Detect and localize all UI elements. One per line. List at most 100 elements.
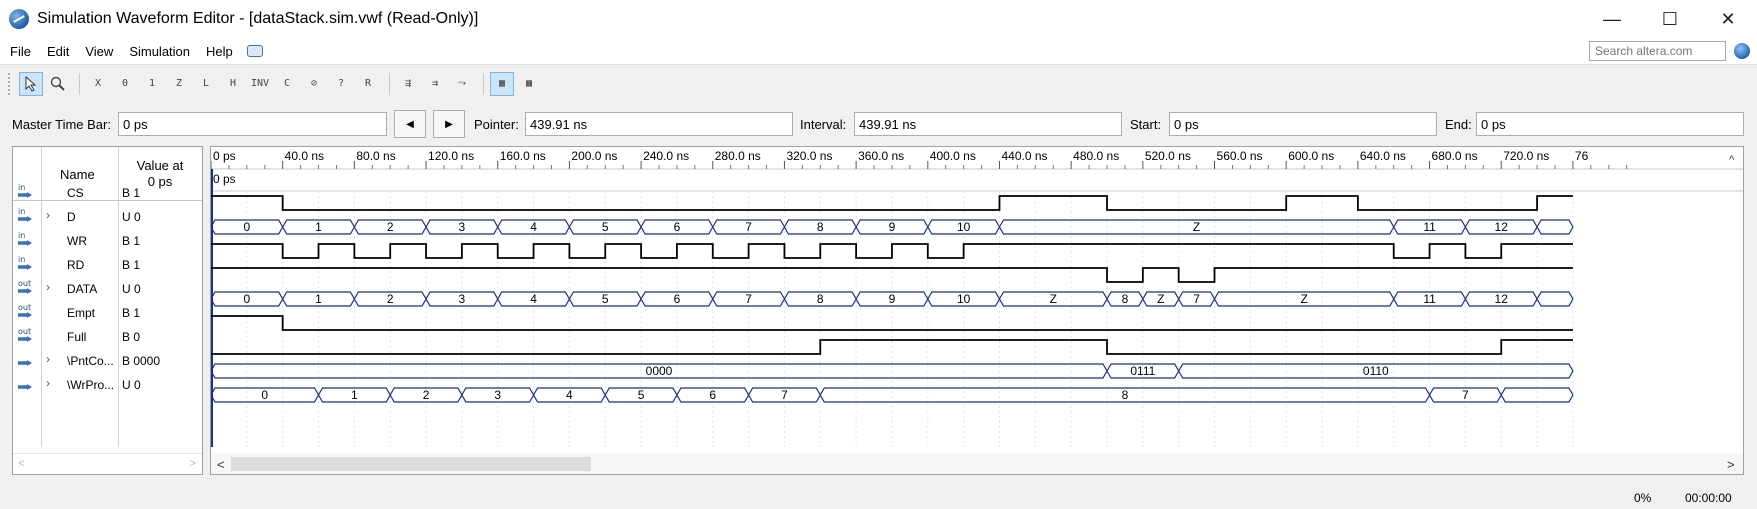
signal-name: RD [67,258,85,272]
weak-low-button[interactable]: L [194,72,218,96]
snap-to-grid-icon[interactable]: ⇶ [396,72,420,96]
waveform-panel[interactable]: 0 ps 40.0 ns 80.0 ns 120.0 ns 160.0 ns 200.0 … [210,146,1744,475]
bus-value-label: 4 [530,220,537,234]
buried-node-icon [18,377,35,391]
force-unknown-button[interactable]: X [86,72,110,96]
expand-chevron-icon[interactable]: › [46,352,50,366]
signal-row[interactable]: in RD B 1 [13,251,202,275]
scroll-left-icon[interactable]: < [18,456,25,470]
bus-value-label: 1 [351,388,358,402]
bus-value-label: 2 [387,292,394,306]
interval-label: Interval: [800,117,847,132]
signal-value: B 1 [122,258,141,272]
time-tick-label: 80.0 ns [356,149,395,163]
master-time-bar-label: Master Time Bar: [12,117,111,132]
time-tick-label: 76 [1575,149,1589,163]
signal-name: Empt [67,306,96,320]
menu-help[interactable]: Help [198,44,241,59]
start-field[interactable]: 0 ps [1169,112,1437,136]
snap-to-transition-icon[interactable]: ⇉ [423,72,447,96]
weak-high-button[interactable]: H [221,72,245,96]
signal-waveform [211,267,1573,283]
globe-icon[interactable] [1734,43,1750,59]
time-tick-label: 640.0 ns [1360,149,1406,163]
quartus-app-icon [9,9,29,29]
signal-name: WR [67,234,87,248]
bus-value-label: 12 [1495,220,1509,234]
output-pin-icon: out [18,327,35,343]
signal-list-hscrollbar[interactable]: < > [13,453,202,473]
invert-button[interactable]: INV [248,72,272,96]
menu-view[interactable]: View [77,44,121,59]
force-high-button[interactable]: 1 [140,72,164,96]
signal-name: D [67,210,76,224]
force-high-impedance-button[interactable]: Z [167,72,191,96]
time-tick-label: 320.0 ns [786,149,832,163]
bus-value-label: 11 [1423,292,1436,306]
signal-row[interactable]: out › DATA U 0 [13,275,202,299]
bus-value-label: 3 [459,220,466,234]
scroll-up-icon: ^ [1729,154,1735,166]
signal-row[interactable]: in › D U 0 [13,203,202,227]
signal-name: \PntCo... [67,354,114,368]
time-tick-label: 480.0 ns [1073,149,1119,163]
interval-field[interactable]: 439.91 ns [854,112,1122,136]
signal-value: U 0 [122,282,141,296]
maximize-button[interactable]: ☐ [1641,0,1699,38]
pattern-view-icon[interactable]: ▩ [517,72,541,96]
signal-row[interactable]: › \PntCo... B 0000 [13,347,202,371]
signal-row[interactable]: in CS B 1 [13,179,202,203]
dont-care-button[interactable]: ? [329,72,353,96]
master-time-bar-field[interactable]: 0 ps [118,112,387,136]
end-field[interactable]: 0 ps [1476,112,1744,136]
time-tick-label: 520.0 ns [1145,149,1191,163]
scroll-right-icon[interactable]: > [189,456,196,470]
signal-row[interactable]: out Full B 0 [13,323,202,347]
next-transition-button[interactable]: ▶ [433,110,465,138]
bus-value-label: 8 [817,292,824,306]
toolbar: X 0 1 Z L H INV C ⊘ ? R ⇶ ⇉ ⤳ ▦ ▩ [0,64,1757,102]
prev-transition-button[interactable]: ◀ [394,110,426,138]
bus-value-label: 1 [315,292,322,306]
waveform-canvas[interactable]: 0 ps 40.0 ns 80.0 ns 120.0 ns 160.0 ns 200.0 … [211,147,1744,475]
hscroll-thumb [231,457,591,471]
menu-edit[interactable]: Edit [39,44,77,59]
minimize-button[interactable]: — [1583,0,1641,38]
time-tick-label: 240.0 ns [643,149,689,163]
signal-row[interactable]: in WR B 1 [13,227,202,251]
menu-file[interactable]: File [0,44,39,59]
toolbar-separator [79,72,80,95]
selection-tool-button[interactable] [19,71,43,96]
signal-name: DATA [67,282,98,296]
bus-value-label: 6 [674,220,681,234]
bus-value-label: 2 [423,388,430,402]
search-input[interactable]: Search altera.com [1589,41,1726,61]
menu-simulation[interactable]: Simulation [121,44,198,59]
overwrite-clock-button[interactable]: ⊘ [302,72,326,96]
force-low-button[interactable]: 0 [113,72,137,96]
random-values-button[interactable]: R [356,72,380,96]
bus-value-label: 1 [315,220,322,234]
time-tick-label: 400.0 ns [930,149,976,163]
expand-chevron-icon[interactable]: › [46,280,50,294]
grid-view-icon[interactable]: ▦ [490,71,514,96]
hierarchy-icon[interactable]: ⤳ [450,72,474,96]
bus-value-label: 8 [1122,388,1129,402]
signal-name: \WrPro... [67,378,115,392]
zoom-tool-button[interactable] [46,72,70,96]
bus-value-label: Z [1193,220,1200,234]
close-button[interactable]: ✕ [1699,0,1757,38]
time-bar: Master Time Bar: 0 ps ◀ ▶ Pointer: 439.9… [0,106,1757,142]
input-pin-icon: in [18,231,35,247]
feedback-icon[interactable] [246,45,263,57]
signal-row[interactable]: › \WrPro... U 0 [13,371,202,395]
bus-value-label: Z [1050,292,1057,306]
time-tick-label: 720.0 ns [1503,149,1549,163]
pointer-field[interactable]: 439.91 ns [525,112,793,136]
expand-chevron-icon[interactable]: › [46,376,50,390]
scroll-right-icon: > [1727,457,1735,472]
time-tick-label: 600.0 ns [1288,149,1334,163]
signal-row[interactable]: out Empt B 1 [13,299,202,323]
expand-chevron-icon[interactable]: › [46,208,50,222]
count-value-button[interactable]: C [275,72,299,96]
